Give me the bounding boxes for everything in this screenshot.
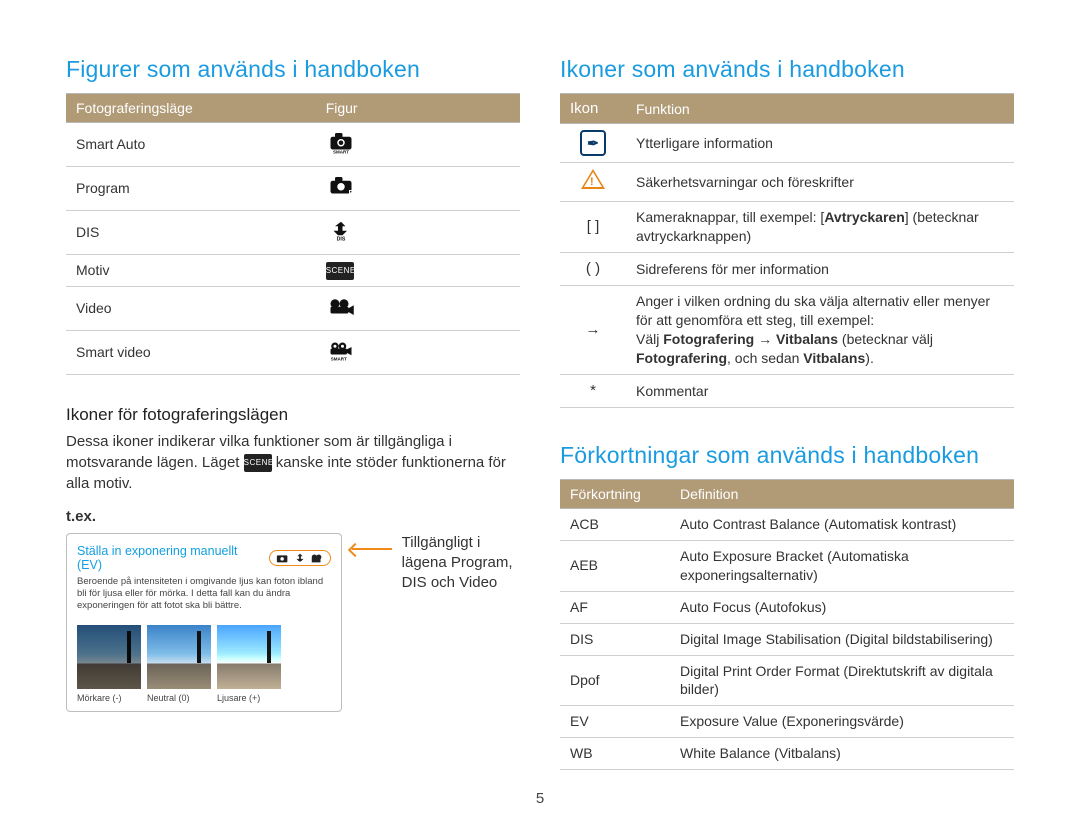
mode-icon-dis: DIS <box>316 210 520 254</box>
icon-desc: Ytterligare information <box>626 124 1014 163</box>
table-modes: Fotograferingsläge Figur Smart Auto SMAR… <box>66 93 520 375</box>
mode-icon-scene: SCENE <box>316 254 520 286</box>
table-abbr: Förkortning Definition ACBAuto Contrast … <box>560 479 1014 770</box>
callout-connector <box>352 548 392 551</box>
th-icon: Ikon <box>560 94 626 124</box>
mode-label: Program <box>66 166 316 210</box>
abbr: Dpof <box>560 655 670 706</box>
arrow-icon: → <box>560 286 626 375</box>
heading-icons: Ikoner som används i handboken <box>560 56 1014 83</box>
info-icon: ✒ <box>560 124 626 163</box>
th-figure: Figur <box>316 94 520 123</box>
example-mode-icons <box>269 550 331 566</box>
example-note: Tillgängligt i lägena Program, DIS och V… <box>402 533 520 594</box>
icon-desc: Säkerhetsvarningar och föreskrifter <box>626 163 1014 202</box>
abbr: ACB <box>560 509 670 541</box>
mode-icon-smart-auto: SMART <box>316 123 520 167</box>
abbr-def: Auto Focus (Autofokus) <box>670 591 1014 623</box>
example-box: Ställa in exponering manuellt (EV) Beroe… <box>66 533 342 713</box>
th-function: Funktion <box>626 94 1014 124</box>
table-icons: Ikon Funktion ✒ Ytterligare information … <box>560 93 1014 408</box>
icon-desc: Kameraknappar, till exempel: [Avtryckare… <box>626 202 1014 253</box>
abbr: EV <box>560 706 670 738</box>
brackets-icon: [ ] <box>560 202 626 253</box>
abbr: AEB <box>560 540 670 591</box>
mode-label: Smart video <box>66 330 316 374</box>
example-desc: Beroende på intensiteten i omgivande lju… <box>77 576 331 612</box>
icon-desc: Anger i vilken ordning du ska välja alte… <box>626 286 1014 375</box>
svg-text:P: P <box>348 188 353 197</box>
th-mode: Fotograferingsläge <box>66 94 316 123</box>
abbr-def: Digital Print Order Format (Direktutskri… <box>670 655 1014 706</box>
mode-label: Video <box>66 286 316 330</box>
abbr-def: White Balance (Vitbalans) <box>670 738 1014 770</box>
svg-text:SMART: SMART <box>330 356 346 361</box>
asterisk-icon: * <box>560 374 626 407</box>
abbr-def: Auto Exposure Bracket (Automatiska expon… <box>670 540 1014 591</box>
example-title: Ställa in exponering manuellt (EV) <box>77 544 265 572</box>
heading-figures: Figurer som används i handboken <box>66 56 520 83</box>
th-abbr: Förkortning <box>560 480 670 509</box>
icon-desc: Sidreferens för mer information <box>626 253 1014 286</box>
mode-icon-smart-video: SMART <box>316 330 520 374</box>
thumb-neutral: Neutral (0) <box>147 625 211 703</box>
warning-icon: ! <box>560 163 626 202</box>
parens-icon: ( ) <box>560 253 626 286</box>
abbr-def: Auto Contrast Balance (Automatisk kontra… <box>670 509 1014 541</box>
example-label: t.ex. <box>66 508 520 525</box>
abbr: AF <box>560 591 670 623</box>
th-def: Definition <box>670 480 1014 509</box>
heading-abbr: Förkortningar som används i handboken <box>560 442 1014 469</box>
page-number: 5 <box>0 770 1080 807</box>
subheading-mode-icons: Ikoner för fotograferingslägen <box>66 405 520 425</box>
para-mode-icons: Dessa ikoner indikerar vilka funktioner … <box>66 431 520 494</box>
svg-text:DIS: DIS <box>336 236 345 242</box>
abbr-def: Digital Image Stabilisation (Digital bil… <box>670 623 1014 655</box>
icon-desc: Kommentar <box>626 374 1014 407</box>
mode-label: Motiv <box>66 254 316 286</box>
mode-icon-program: P <box>316 166 520 210</box>
scene-inline-icon: SCENE <box>244 454 272 472</box>
mode-label: DIS <box>66 210 316 254</box>
svg-text:SMART: SMART <box>333 149 349 154</box>
thumb-darker: Mörkare (-) <box>77 625 141 703</box>
abbr: WB <box>560 738 670 770</box>
abbr-def: Exposure Value (Exponeringsvärde) <box>670 706 1014 738</box>
thumb-lighter: Ljusare (+) <box>217 625 281 703</box>
abbr: DIS <box>560 623 670 655</box>
mode-icon-video <box>316 286 520 330</box>
mode-label: Smart Auto <box>66 123 316 167</box>
